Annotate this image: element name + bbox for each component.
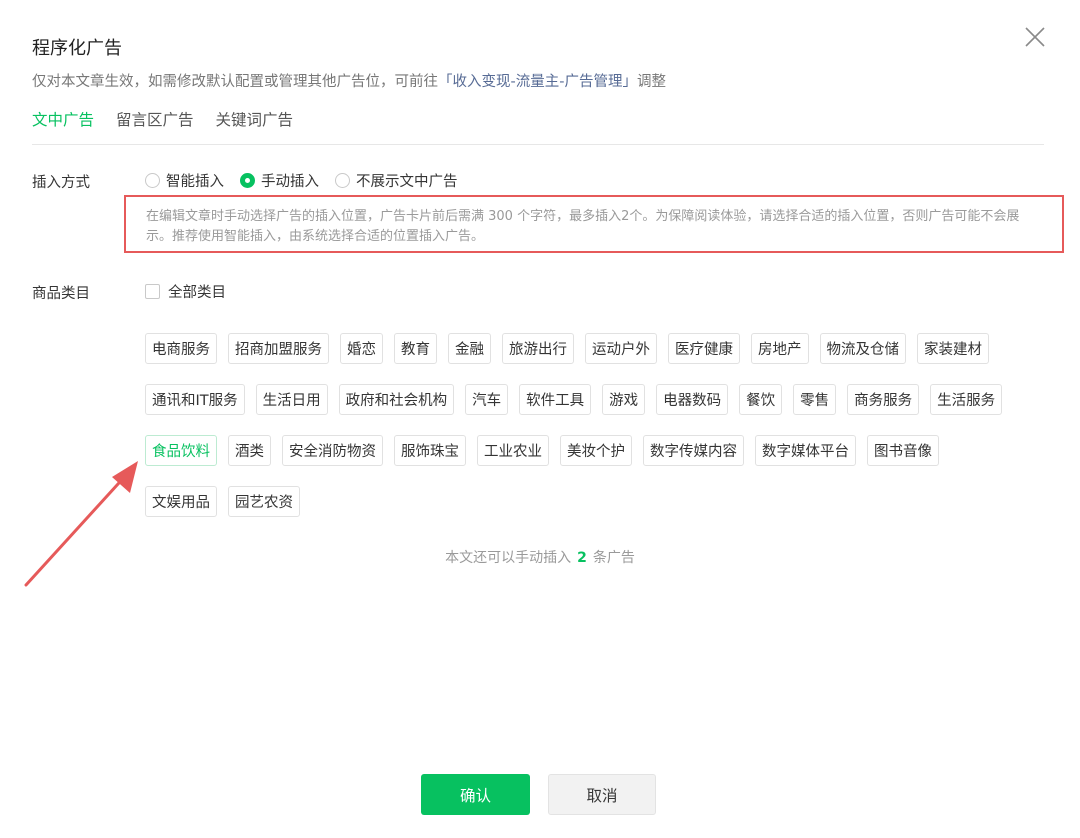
confirm-button[interactable]: 确认 (421, 774, 530, 815)
category-tag[interactable]: 金融 (448, 333, 491, 364)
category-tag[interactable]: 物流及仓储 (819, 333, 906, 364)
remaining-suffix: 条广告 (592, 550, 635, 566)
category-tag[interactable]: 汽车 (465, 384, 509, 415)
radio-checked-icon (240, 173, 255, 188)
category-tag[interactable]: 软件工具 (519, 384, 592, 415)
category-tag[interactable]: 安全消防物资 (282, 435, 383, 466)
category-tag-row: 文娱用品 园艺农资 (145, 486, 1045, 517)
category-tag[interactable]: 餐饮 (739, 384, 783, 415)
insert-mode-label: 插入方式 (32, 175, 90, 191)
remaining-count: 2 (577, 550, 587, 566)
category-tag[interactable]: 生活服务 (930, 384, 1003, 415)
all-categories-checkbox[interactable]: 全部类目 (145, 281, 226, 302)
category-tag[interactable]: 政府和社会机构 (338, 384, 455, 415)
radio-unchecked-icon (335, 173, 350, 188)
category-tag[interactable]: 工业农业 (477, 435, 549, 466)
category-tag[interactable]: 文娱用品 (145, 486, 217, 517)
radio-no-ads[interactable]: 不展示文中广告 (335, 170, 458, 191)
checkbox-label: 全部类目 (168, 285, 226, 301)
dialog-title: 程序化广告 (32, 38, 122, 59)
insert-hint-box: 在编辑文章时手动选择广告的插入位置，广告卡片前后需满 300 个字符，最多插入2… (124, 195, 1064, 253)
category-tag[interactable]: 服饰珠宝 (394, 435, 466, 466)
tab-keyword-ads[interactable]: 关键词广告 (216, 108, 294, 142)
ad-management-link[interactable]: 「收入变现-流量主-广告管理」 (438, 74, 637, 90)
tab-in-article-ads[interactable]: 文中广告 (32, 108, 94, 142)
description-suffix: 调整 (636, 74, 666, 90)
radio-label: 手动插入 (261, 174, 319, 190)
category-tag-list: 电商服务 招商加盟服务 婚恋 教育 金融 旅游出行 运动户外 医疗健康 房地产 物流及仓储 家装建材… (145, 333, 1045, 537)
radio-unchecked-icon (145, 173, 160, 188)
category-tag[interactable]: 生活日用 (255, 384, 328, 415)
category-tag[interactable]: 零售 (793, 384, 837, 415)
category-tag[interactable]: 通讯和IT服务 (145, 384, 245, 415)
category-tag[interactable]: 商务服务 (847, 384, 920, 415)
close-icon[interactable] (1024, 26, 1046, 48)
category-tag[interactable]: 旅游出行 (502, 333, 574, 364)
radio-smart-insert[interactable]: 智能插入 (145, 170, 224, 191)
category-tag[interactable]: 电商服务 (145, 333, 217, 364)
category-tag[interactable]: 图书音像 (867, 435, 939, 466)
tab-comment-ads[interactable]: 留言区广告 (116, 108, 194, 142)
remaining-ads-text: 本文还可以手动插入 2 条广告 (0, 547, 1080, 567)
cancel-button[interactable]: 取消 (548, 774, 656, 815)
tab-bar: 文中广告 留言区广告 关键词广告 (32, 108, 293, 142)
description-text: 仅对本文章生效，如需修改默认配置或管理其他广告位，可前往 (32, 74, 438, 90)
remaining-prefix: 本文还可以手动插入 (445, 550, 572, 566)
category-tag-row: 通讯和IT服务 生活日用 政府和社会机构 汽车 软件工具 游戏 电器数码 餐饮 零售 商务服务 生活… (145, 384, 1045, 415)
radio-label: 不展示文中广告 (356, 174, 458, 190)
tab-divider (32, 144, 1044, 145)
category-tag[interactable]: 美妆个护 (560, 435, 632, 466)
category-tag[interactable]: 运动户外 (585, 333, 657, 364)
category-tag[interactable]: 医疗健康 (668, 333, 740, 364)
category-tag[interactable]: 游戏 (602, 384, 646, 415)
category-tag[interactable]: 数字媒体平台 (755, 435, 856, 466)
category-tag[interactable]: 酒类 (228, 435, 271, 466)
category-tag[interactable]: 教育 (394, 333, 437, 364)
insert-mode-radio-group: 智能插入 手动插入 不展示文中广告 (145, 170, 458, 191)
radio-label: 智能插入 (166, 174, 224, 190)
category-tag[interactable]: 数字传媒内容 (643, 435, 744, 466)
category-tag[interactable]: 食品饮料 (145, 435, 217, 466)
category-tag[interactable]: 招商加盟服务 (228, 333, 329, 364)
checkbox-icon (145, 284, 160, 299)
radio-manual-insert[interactable]: 手动插入 (240, 170, 319, 191)
category-tag[interactable]: 房地产 (751, 333, 809, 364)
category-tag[interactable]: 园艺农资 (228, 486, 300, 517)
category-tag[interactable]: 电器数码 (656, 384, 729, 415)
category-label: 商品类目 (32, 286, 90, 302)
category-tag-row: 电商服务 招商加盟服务 婚恋 教育 金融 旅游出行 运动户外 医疗健康 房地产 物流及仓储 家装建材 (145, 333, 1045, 364)
category-tag[interactable]: 家装建材 (917, 333, 989, 364)
annotation-arrow (24, 461, 138, 587)
category-tag[interactable]: 婚恋 (340, 333, 383, 364)
dialog-description: 仅对本文章生效，如需修改默认配置或管理其他广告位，可前往「收入变现-流量主-广告… (32, 70, 666, 91)
category-tag-row: 食品饮料 酒类 安全消防物资 服饰珠宝 工业农业 美妆个护 数字传媒内容 数字媒体平台 图书音像 (145, 435, 1045, 466)
